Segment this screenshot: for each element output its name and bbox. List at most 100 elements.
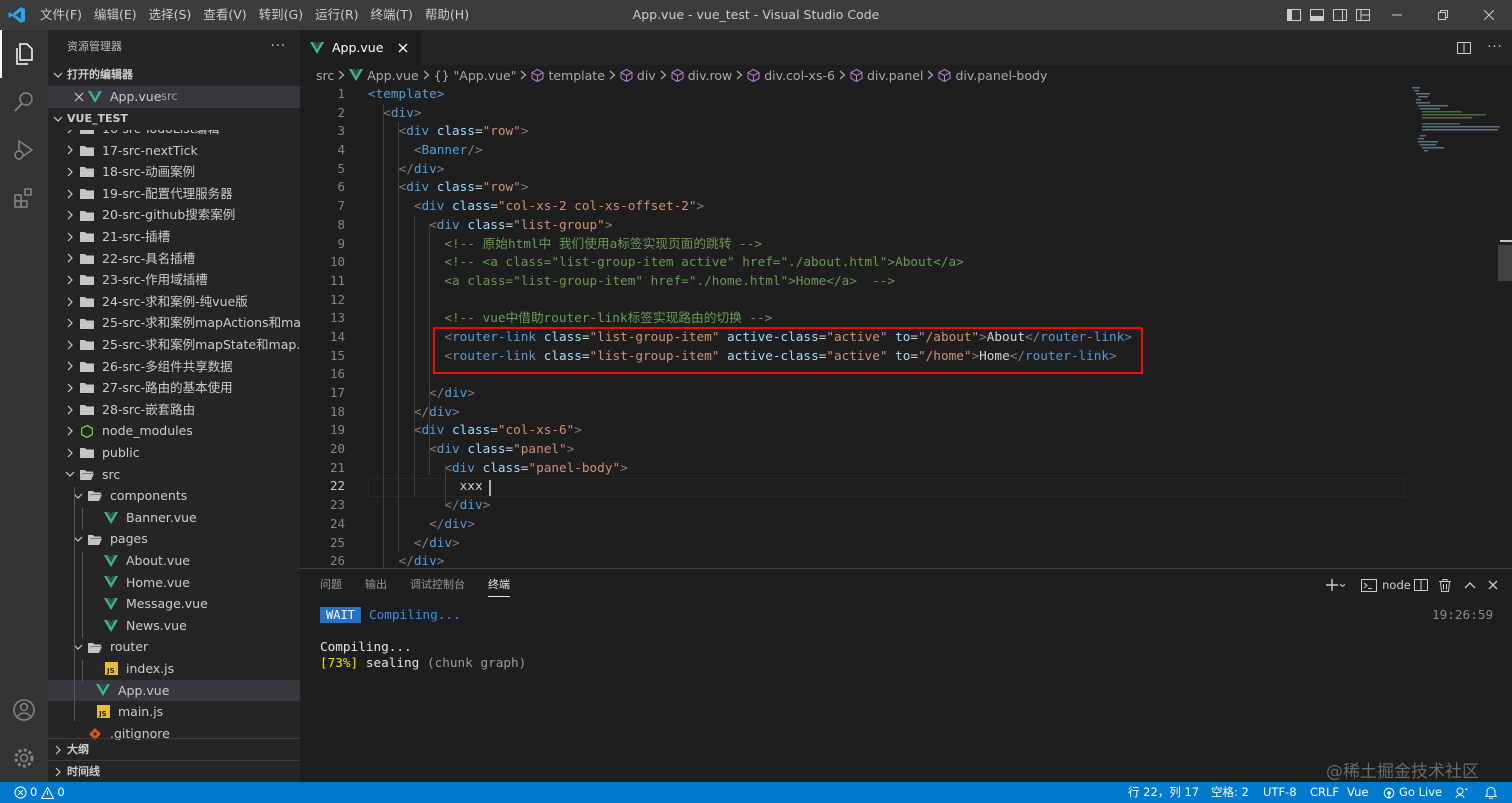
feedback-icon[interactable] [1455, 782, 1469, 803]
menu-run[interactable]: 运行(R) [309, 0, 364, 30]
search-icon[interactable] [0, 78, 48, 126]
open-editor-item[interactable]: App.vue src [48, 86, 300, 108]
open-editors-header[interactable]: 打开的编辑器 [48, 64, 300, 86]
tree-folder[interactable]: 27-src-路由的基本使用 [48, 377, 300, 399]
tree-folder[interactable]: 17-src-nextTick [48, 140, 300, 162]
tree-file[interactable]: About.vue [48, 550, 300, 572]
menu-edit[interactable]: 编辑(E) [88, 0, 143, 30]
split-editor-icon[interactable] [1449, 30, 1479, 65]
menu-selection[interactable]: 选择(S) [143, 0, 198, 30]
line-number: 8 [337, 216, 345, 232]
cursor-position[interactable]: 行 22，列 17 [1128, 782, 1199, 803]
tree-folder[interactable]: src [48, 464, 300, 486]
tree-folder[interactable]: 25-src-求和案例mapActions和ma... [48, 312, 300, 334]
tree-folder[interactable]: node_modules [48, 420, 300, 442]
breadcrumb-item[interactable]: div.panel-body [938, 68, 1047, 83]
tree-folder[interactable]: components [48, 485, 300, 507]
restore-icon[interactable] [1420, 0, 1466, 30]
tree-file[interactable]: JS index.js [48, 658, 300, 680]
tree-folder[interactable]: 25-src-求和案例mapState和map... [48, 334, 300, 356]
run-debug-icon[interactable] [0, 126, 48, 174]
chevron-right-icon [64, 269, 76, 291]
language-mode[interactable]: Vue [1347, 782, 1368, 803]
tree-file[interactable]: App.vue [48, 679, 300, 702]
tree-folder[interactable]: pages [48, 528, 300, 550]
outline-header[interactable]: 大纲 [48, 738, 300, 760]
tree-folder[interactable]: 16-src-TodoList编辑 [48, 130, 300, 140]
menu-file[interactable]: 文件(F) [34, 0, 88, 30]
indent-guide [383, 104, 384, 568]
tree-folder[interactable]: 21-src-插槽 [48, 226, 300, 248]
tab-output[interactable]: 输出 [365, 569, 387, 601]
chevron-right-icon [64, 248, 76, 270]
tab-app-vue[interactable]: App.vue [300, 30, 422, 65]
minimize-icon[interactable] [1374, 0, 1420, 30]
tree-file[interactable]: Home.vue [48, 572, 300, 594]
trash-icon[interactable] [1434, 569, 1456, 601]
menu-help[interactable]: 帮助(H) [419, 0, 475, 30]
tree-item-label: 18-src-动画案例 [102, 164, 196, 180]
breadcrumb-label: App.vue [367, 67, 419, 83]
folder-icon [80, 399, 94, 421]
close-icon[interactable] [72, 86, 86, 108]
project-header[interactable]: VUE_TEST [48, 108, 300, 130]
extensions-icon[interactable] [0, 174, 48, 222]
breadcrumb-item[interactable]: div.panel [850, 68, 923, 83]
tree-folder[interactable]: 19-src-配置代理服务器 [48, 183, 300, 205]
explorer-icon[interactable] [0, 30, 48, 78]
timeline-header[interactable]: 时间线 [48, 760, 300, 782]
minimap[interactable] [1410, 85, 1500, 155]
more-actions-icon[interactable]: ··· [271, 30, 286, 64]
toggle-primary-sidebar-icon[interactable] [1282, 0, 1305, 30]
close-window-icon[interactable] [1466, 0, 1512, 30]
tree-folder[interactable]: 18-src-动画案例 [48, 161, 300, 183]
tree-folder[interactable]: public [48, 442, 300, 464]
terminal-select[interactable]: node [1356, 569, 1416, 601]
toggle-secondary-sidebar-icon[interactable] [1328, 0, 1351, 30]
line-number: 5 [337, 160, 345, 176]
breadcrumb-item[interactable]: div [620, 68, 656, 83]
accounts-icon[interactable] [0, 686, 48, 734]
indentation[interactable]: 空格: 2 [1211, 782, 1249, 803]
end-of-line[interactable]: CRLF [1310, 782, 1339, 803]
tree-folder[interactable]: 22-src-具名插槽 [48, 248, 300, 270]
tree-folder[interactable]: 24-src-求和案例-纯vue版 [48, 291, 300, 313]
breadcrumb-item[interactable]: App.vue [349, 67, 419, 83]
menu-go[interactable]: 转到(G) [253, 0, 309, 30]
tab-problems[interactable]: 问题 [320, 569, 342, 601]
breadcrumb-item[interactable]: template [531, 68, 605, 83]
tree-folder[interactable]: 23-src-作用域插槽 [48, 269, 300, 291]
breadcrumb-item[interactable]: div.row [671, 68, 732, 83]
toggle-panel-icon[interactable] [1305, 0, 1328, 30]
go-live-button[interactable]: Go Live [1383, 782, 1442, 803]
customize-layout-icon[interactable] [1351, 0, 1374, 30]
tree-folder[interactable]: 28-src-嵌套路由 [48, 399, 300, 421]
close-tab-icon[interactable] [396, 41, 410, 55]
breadcrumb-item[interactable]: src [316, 68, 334, 83]
new-terminal-icon[interactable] [1319, 569, 1351, 601]
tree-file[interactable]: Banner.vue [48, 507, 300, 529]
maximize-panel-icon[interactable] [1459, 569, 1481, 601]
menu-view[interactable]: 查看(V) [197, 0, 252, 30]
more-actions-icon[interactable]: ··· [1480, 30, 1510, 65]
editor-scrollbar[interactable] [1498, 85, 1512, 568]
tree-file[interactable]: JS main.js [48, 701, 300, 723]
tab-terminal[interactable]: 终端 [488, 569, 510, 601]
breadcrumb-item[interactable]: div.col-xs-6 [747, 68, 835, 83]
tree-file[interactable]: Message.vue [48, 593, 300, 615]
encoding[interactable]: UTF-8 [1263, 782, 1297, 803]
close-panel-icon[interactable] [1482, 569, 1504, 601]
split-terminal-icon[interactable] [1410, 569, 1432, 601]
tree-folder[interactable]: 20-src-github搜索案例 [48, 204, 300, 226]
breadcrumb-item[interactable]: {} "App.vue" [434, 68, 517, 83]
tab-debug-console[interactable]: 调试控制台 [410, 569, 465, 601]
notifications-bell-icon[interactable] [1485, 782, 1497, 803]
menu-terminal[interactable]: 终端(T) [365, 0, 419, 30]
tree-folder[interactable]: router [48, 636, 300, 658]
tree-folder[interactable]: 26-src-多组件共享数据 [48, 356, 300, 378]
tree-file[interactable]: News.vue [48, 615, 300, 637]
settings-gear-icon[interactable] [0, 734, 48, 782]
code-editor[interactable]: 1 2 3 4 5 6 7 8 9 10 11 12 13 14 15 16 17 18 19 20 21 22 23 24 2… [300, 85, 1512, 568]
problems-status[interactable]: 0 0 [14, 782, 65, 803]
